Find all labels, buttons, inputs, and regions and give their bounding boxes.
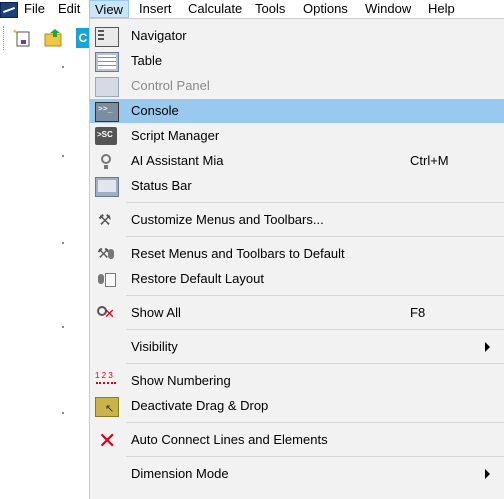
menu-item-ai-assistant[interactable]: AI Assistant Mia Ctrl+M [90,149,504,173]
canvas-dot [62,326,64,328]
app-logo-icon [0,2,18,18]
canvas-dot [62,155,64,157]
menu-item-status-bar[interactable]: Status Bar [90,174,504,198]
menu-item-label: Navigator [131,28,187,43]
menu-item-label: Visibility [131,339,178,354]
c-logo-icon[interactable]: C [76,28,90,48]
menu-file[interactable]: File [19,0,50,18]
menu-item-dimension-mode[interactable]: Dimension Mode [90,462,504,486]
menu-item-label: Auto Connect Lines and Elements [131,432,328,447]
menu-item-label: Console [131,103,179,118]
canvas-dot [62,66,64,68]
shortcut-label: F8 [410,305,426,320]
menu-item-label: AI Assistant Mia [131,153,224,168]
toolbar-separator [3,26,5,50]
menu-view[interactable]: View [89,0,129,18]
shortcut-label: Ctrl+M [410,153,449,168]
menu-window[interactable]: Window [360,0,416,18]
menu-separator [126,363,504,364]
menu-item-label: Table [131,53,163,68]
menu-item-console[interactable]: Console [90,99,504,123]
menu-bar: File Edit View Insert Calculate Tools Op… [0,0,504,19]
menu-insert[interactable]: Insert [134,0,177,18]
menu-item-label: Deactivate Drag & Drop [131,398,269,413]
script-manager-icon [95,127,117,145]
menu-item-drag-drop[interactable]: Deactivate Drag & Drop [90,394,504,418]
menu-separator [126,295,504,296]
numbering-icon [95,371,117,390]
canvas-dot [62,412,64,414]
menu-separator [126,236,504,237]
menu-item-customize[interactable]: Customize Menus and Toolbars... [90,208,504,232]
auto-connect-icon [95,428,117,454]
menu-separator [126,202,504,203]
menu-separator [126,329,504,330]
restore-layout-icon [95,270,117,288]
menu-options[interactable]: Options [298,0,353,18]
menu-item-label: Status Bar [131,178,192,193]
view-menu-dropdown: Navigator Table Control Panel Console Sc… [89,18,504,499]
menu-help[interactable]: Help [423,0,460,18]
ai-assistant-icon [95,152,117,170]
menu-item-restore-layout[interactable]: Restore Default Layout [90,267,504,291]
console-icon [95,102,119,122]
reset-tools-icon [95,245,117,263]
menu-item-label: Reset Menus and Toolbars to Default [131,246,345,261]
menu-item-label: Customize Menus and Toolbars... [131,212,324,227]
open-folder-icon[interactable] [44,28,64,48]
show-all-icon [95,304,117,322]
customize-tools-icon [95,211,117,229]
menu-item-label: Show Numbering [131,373,231,388]
menu-item-label: Control Panel [131,78,210,93]
table-icon [95,52,119,72]
menu-edit[interactable]: Edit [53,0,85,18]
new-document-icon[interactable] [12,28,32,48]
menu-item-reset-menus[interactable]: Reset Menus and Toolbars to Default [90,242,504,266]
menu-calculate[interactable]: Calculate [183,0,247,18]
menu-item-label: Script Manager [131,128,220,143]
submenu-arrow-icon [485,469,490,479]
menu-item-label: Restore Default Layout [131,271,264,286]
menu-item-auto-connect[interactable]: Auto Connect Lines and Elements [90,428,504,454]
menu-separator [126,456,504,457]
menu-item-table[interactable]: Table [90,49,504,73]
drag-drop-icon [95,397,119,417]
menu-item-script-manager[interactable]: Script Manager [90,124,504,148]
status-bar-icon [95,177,119,197]
menu-item-label: Dimension Mode [131,466,229,481]
canvas-dot [62,242,64,244]
menu-item-show-numbering[interactable]: Show Numbering [90,369,504,393]
menu-item-control-panel: Control Panel [90,74,504,98]
control-panel-icon [95,77,119,97]
menu-item-navigator[interactable]: Navigator [90,24,504,48]
navigator-icon [95,27,119,47]
menu-item-visibility[interactable]: Visibility [90,335,504,359]
menu-separator [126,422,504,423]
menu-tools[interactable]: Tools [250,0,290,18]
submenu-arrow-icon [485,342,490,352]
menu-item-label: Show All [131,305,181,320]
menu-item-show-all[interactable]: Show All F8 [90,301,504,325]
